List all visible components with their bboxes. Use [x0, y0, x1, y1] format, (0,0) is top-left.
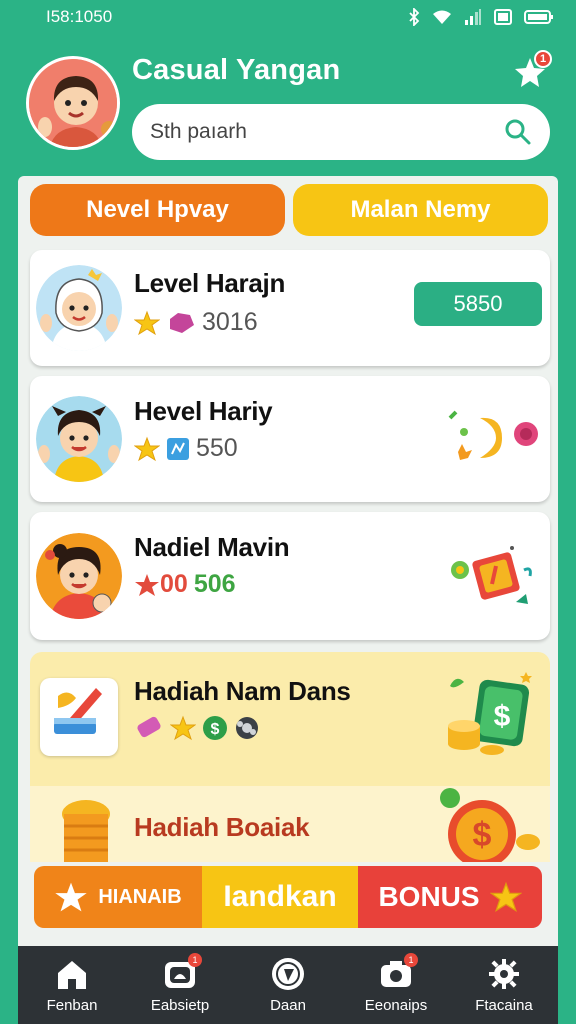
nav-label: Fenban	[46, 996, 98, 1014]
bottom-navigation: Fenban 1 Eabsietp Daan 1 Eeonaips Ftacai…	[18, 946, 558, 1024]
nav-label: Eabsietp	[150, 996, 210, 1014]
search-icon[interactable]	[504, 118, 532, 146]
nav-item-daan[interactable]: Daan	[234, 946, 342, 1024]
tab-malan-nemy[interactable]: Malan Nemy	[293, 184, 548, 236]
battery-icon	[524, 10, 553, 24]
price-button[interactable]: 5850	[414, 282, 542, 326]
price-label: 5850	[453, 291, 503, 316]
svg-text:$: $	[211, 721, 220, 738]
chart-icon	[167, 437, 189, 460]
star-icon	[134, 436, 160, 461]
svg-text:$: $	[473, 816, 492, 854]
banner-right-label: BONUS	[378, 881, 480, 912]
svg-text:$: $	[494, 700, 511, 733]
nav-item-ftacaina[interactable]: Ftacaina	[450, 946, 558, 1024]
dollar-coin-icon: $	[203, 716, 227, 740]
card-meta: 3016	[134, 308, 258, 337]
tab-label: Nevel Hpvay	[86, 196, 229, 223]
nav-item-eabsietp[interactable]: 1 Eabsietp	[126, 946, 234, 1024]
star-icon	[135, 573, 159, 596]
banner-middle-segment: Iandkan	[202, 866, 358, 928]
card-title: Level Harajn	[134, 268, 286, 298]
notification-button[interactable]: 1	[510, 50, 552, 92]
coin-stack-icon	[236, 717, 258, 739]
coin-jar-icon	[62, 800, 110, 862]
gift-box-icon	[451, 546, 532, 604]
tab-nevel-hpvay[interactable]: Nevel Hpvay	[30, 184, 285, 236]
app-title: Casual Yangan	[132, 54, 341, 86]
compass-icon	[272, 957, 304, 990]
star-icon	[55, 882, 88, 912]
square-icon	[494, 9, 512, 25]
nav-label: Daan	[270, 996, 306, 1014]
gear-icon	[489, 958, 519, 989]
wifi-icon	[433, 10, 451, 24]
banner-left-label: HIANAIB	[98, 885, 182, 908]
fruit-decoration-icon	[448, 410, 538, 460]
star-icon	[489, 881, 522, 912]
avatar	[36, 396, 122, 482]
signal-icon	[465, 9, 481, 25]
list-item[interactable]: Hevel Hariy 550	[30, 376, 550, 502]
main-panel: Nevel Hpvay Malan Nemy Level Harajn 3016…	[18, 176, 558, 946]
card-meta: 550	[134, 434, 238, 463]
card-meta: 00 506	[134, 570, 236, 599]
card-meta: $	[134, 714, 260, 742]
status-icons	[408, 8, 554, 26]
home-icon	[58, 960, 86, 989]
tool-icon	[54, 688, 102, 734]
search-bar[interactable]	[132, 104, 550, 160]
nav-badge: 1	[404, 952, 418, 967]
nav-label: Eeonaips	[364, 996, 428, 1014]
inbox-icon: 1	[162, 952, 202, 991]
card-value: 3016	[202, 308, 258, 336]
user-avatar[interactable]	[26, 56, 120, 150]
card-value-green: 506	[193, 570, 236, 598]
card-title: Hevel Hariy	[134, 396, 273, 426]
status-bar: I58:1050	[0, 0, 576, 34]
notification-badge: 1	[534, 50, 552, 68]
dollar-coin-icon: $	[440, 788, 540, 862]
nav-item-eeonaips[interactable]: 1 Eeonaips	[342, 946, 450, 1024]
search-input[interactable]	[150, 120, 504, 144]
nav-badge: 1	[188, 952, 202, 967]
list-item[interactable]: Hadiah Nam Dans $ $	[30, 652, 550, 792]
bluetooth-icon	[409, 8, 420, 26]
list-item[interactable]: Level Harajn 3016 5850	[30, 250, 550, 366]
banner-right-segment: BONUS	[358, 866, 542, 928]
card-title: Hadiah Nam Dans	[134, 676, 351, 706]
tab-label: Malan Nemy	[350, 196, 491, 223]
list-item[interactable]: Hadiah Boaiak $	[30, 786, 550, 862]
user-avatar-illustration	[29, 59, 117, 147]
nav-item-fenban[interactable]: Fenban	[18, 946, 126, 1024]
banner-middle-label: Iandkan	[223, 880, 337, 913]
item-thumbnail	[40, 678, 118, 756]
star-icon	[134, 310, 160, 335]
money-bill-icon: $	[448, 672, 532, 755]
card-value-red: 00	[160, 570, 188, 598]
bonus-banner[interactable]: HIANAIB Iandkan BONUS	[34, 866, 542, 928]
avatar	[36, 265, 122, 351]
tab-bar: Nevel Hpvay Malan Nemy	[30, 184, 548, 236]
banner-left-segment: HIANAIB	[34, 866, 202, 928]
camera-icon: 1	[378, 952, 418, 991]
eraser-icon	[137, 716, 161, 738]
card-value: 550	[196, 434, 238, 462]
status-time: I58:1050	[46, 7, 113, 26]
card-title: Nadiel Mavin	[134, 532, 290, 562]
avatar	[36, 533, 122, 619]
star-icon	[170, 715, 196, 741]
gem-icon	[170, 312, 194, 333]
card-title: Hadiah Boaiak	[134, 812, 310, 842]
list-item[interactable]: Nadiel Mavin 00 506	[30, 512, 550, 640]
nav-label: Ftacaina	[475, 996, 533, 1014]
